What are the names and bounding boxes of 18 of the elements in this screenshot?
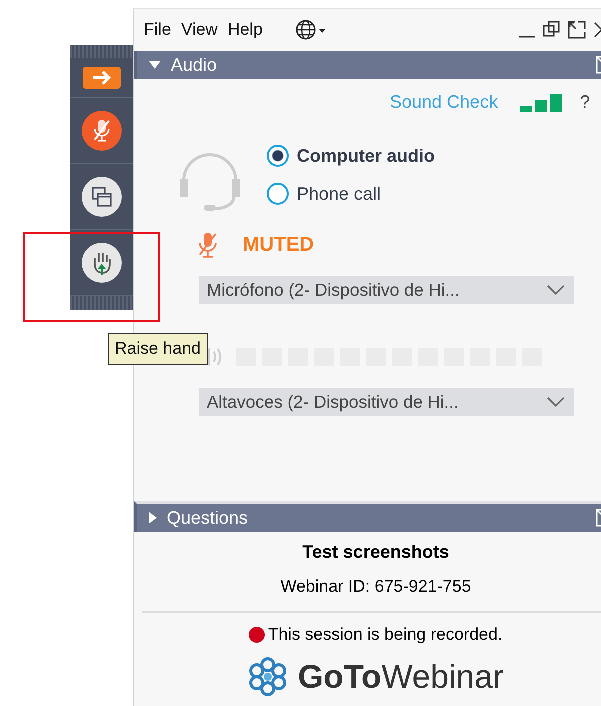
microphone-dropdown[interactable]: Micrófono (2- Dispositivo de Hi...: [199, 276, 574, 304]
audio-option[interactable]: Computer audio: [267, 145, 435, 167]
option-label: Phone call: [297, 184, 382, 204]
mic-status: MUTED: [243, 234, 314, 256]
recording-notice: This session is being recorded.: [268, 625, 503, 645]
tooltip: Raise hand: [108, 333, 208, 365]
session-title: Test screenshots: [302, 542, 450, 563]
audio-section-header[interactable]: Audio: [134, 51, 601, 79]
speaker-dropdown[interactable]: Altavoces (2- Dispositivo de Hi...: [199, 388, 574, 416]
menu-item[interactable]: Help: [228, 20, 263, 40]
webinar-id: Webinar ID: 675-921-755: [280, 577, 472, 597]
questions-section-header[interactable]: Questions: [134, 501, 601, 532]
menu-item[interactable]: View: [181, 20, 218, 40]
option-label: Computer audio: [297, 146, 435, 166]
help-text[interactable]: ?: [580, 92, 590, 113]
menu-item[interactable]: File: [144, 20, 172, 40]
product-logo: GoToWebinar: [298, 658, 504, 696]
audio-option[interactable]: Phone call: [267, 183, 435, 205]
